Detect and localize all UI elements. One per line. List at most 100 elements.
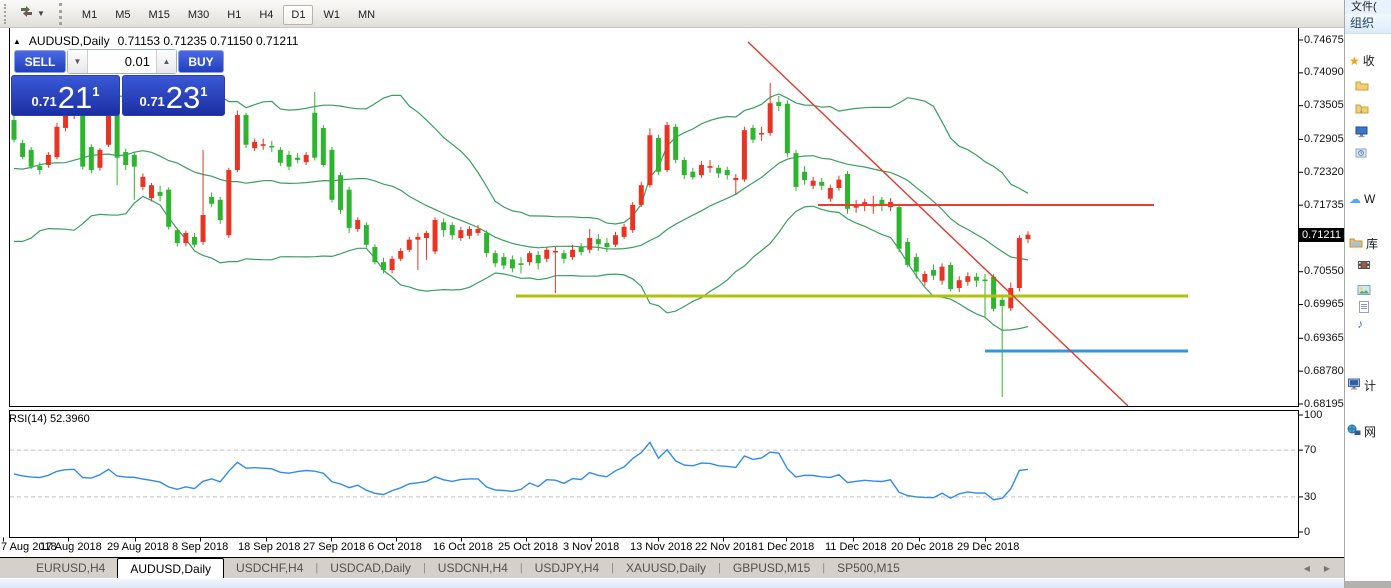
chart-ohlc-values: 0.71153 0.71235 0.71150 0.71211 <box>118 34 299 48</box>
toolbar-grip[interactable] <box>4 4 10 24</box>
sell-price-big: 21 <box>58 84 92 112</box>
time-axis-label: 18 Sep 2018 <box>238 541 300 553</box>
price-axis-label: 0.73505 <box>1304 99 1344 111</box>
document-icon <box>1357 301 1371 316</box>
toolbar-grip[interactable] <box>59 3 66 25</box>
lot-size-input[interactable]: 0.01 <box>88 50 156 73</box>
chevron-down-icon: ▼ <box>37 9 45 18</box>
sidebar-item[interactable] <box>1357 301 1374 316</box>
rsi-indicator-label: RSI(14) 52.3960 <box>9 413 90 425</box>
sidebar-item[interactable] <box>1355 126 1372 141</box>
sidebar-item-网[interactable]: 网 <box>1347 423 1376 440</box>
symbol-tab-usdchf[interactable]: USDCHF,H4 <box>224 558 315 578</box>
timeframe-button-mn[interactable]: MN <box>350 5 383 25</box>
symbol-tab-sp500[interactable]: SP500,M15 <box>825 558 912 578</box>
symbol-tab-eurusd[interactable]: EURUSD,H4 <box>24 558 117 578</box>
buy-price-prefix: 0.71 <box>139 94 164 109</box>
trading-terminal: ▼ M1M5M15M30H1H4D1W1MN ▲ AUDUSD,Daily 0.… <box>0 0 1391 588</box>
price-axis-label: 0.71735 <box>1304 199 1344 211</box>
library-icon <box>1349 236 1363 251</box>
timeframe-button-m30[interactable]: M30 <box>180 5 217 25</box>
buy-button[interactable]: BUY <box>178 50 224 73</box>
price-axis-label: 0.68195 <box>1304 398 1344 410</box>
one-click-trading-panel: SELL ▼ 0.01 ▲ BUY 0.71 21 1 0.71 23 1 <box>11 47 223 111</box>
sidebar-item-收[interactable]: ★收 <box>1349 52 1375 69</box>
sidebar-item-label: 收 <box>1363 52 1375 69</box>
tabs-scroll-right-icon[interactable]: ▶ <box>1324 564 1330 573</box>
current-price-badge: 0.71211 <box>1299 228 1346 242</box>
computer-icon <box>1347 378 1361 393</box>
network-icon <box>1347 424 1361 439</box>
sell-price-prefix: 0.71 <box>31 94 56 109</box>
lot-size-stepper: ▼ 0.01 ▲ <box>67 49 177 74</box>
symbol-tab-usdjpy[interactable]: USDJPY,H4 <box>523 558 611 578</box>
symbol-tab-xauusd[interactable]: XAUUSD,Daily <box>614 558 718 578</box>
chart-title: ▲ AUDUSD,Daily 0.71153 0.71235 0.71150 0… <box>13 34 298 48</box>
time-axis-label: 20 Dec 2018 <box>891 541 953 553</box>
timeframe-buttons: M1M5M15M30H1H4D1W1MN <box>73 5 384 23</box>
folder-down-icon: ↓ <box>1355 102 1369 117</box>
sidebar-item-W[interactable]: ☁W <box>1349 192 1375 206</box>
sidebar-item[interactable] <box>1355 79 1372 94</box>
time-axis-label: 17 Aug 2018 <box>40 541 102 553</box>
sidebar-item-label: 网 <box>1364 423 1376 440</box>
tabs-scroll-left-icon[interactable]: ◀ <box>1304 564 1310 573</box>
explorer-organize-button[interactable]: 组织 <box>1345 14 1391 34</box>
time-axis-label: 29 Aug 2018 <box>107 541 169 553</box>
timeframe-button-h4[interactable]: H4 <box>251 5 281 25</box>
sidebar-item[interactable] <box>1357 259 1374 274</box>
chart-symbol-label: AUDUSD,Daily <box>29 34 110 48</box>
sidebar-item[interactable] <box>1357 284 1374 299</box>
rsi-axis-label: 70 <box>1304 444 1316 456</box>
rsi-axis-label: 100 <box>1304 409 1322 421</box>
price-axis-label: 0.69365 <box>1304 332 1344 344</box>
sidebar-item-库[interactable]: 库 <box>1349 235 1378 252</box>
timeframe-button-m15[interactable]: M15 <box>140 5 177 25</box>
price-axis-label: 0.74090 <box>1304 66 1344 78</box>
music-icon: ♪ <box>1357 317 1363 331</box>
sell-price-box[interactable]: 0.71 21 1 <box>11 75 120 116</box>
time-axis-label: 16 Oct 2018 <box>433 541 493 553</box>
symbol-tab-usdcad[interactable]: USDCAD,Daily <box>318 558 423 578</box>
lot-decrease-button[interactable]: ▼ <box>68 50 88 73</box>
time-axis-label: 1 Dec 2018 <box>758 541 814 553</box>
cloud-icon: ☁ <box>1349 192 1361 206</box>
sidebar-item[interactable] <box>1355 147 1372 162</box>
star-icon: ★ <box>1349 54 1360 68</box>
folder-icon <box>1355 79 1369 94</box>
price-axis-label: 0.68780 <box>1304 365 1344 377</box>
price-axis-label: 0.70550 <box>1304 265 1344 277</box>
explorer-file-menu[interactable]: 文件( <box>1345 0 1391 14</box>
recent-icon <box>1355 147 1369 162</box>
symbol-tab-audusd[interactable]: AUDUSD,Daily <box>117 558 224 578</box>
video-icon <box>1357 259 1371 274</box>
status-bar <box>0 578 1344 588</box>
timeframe-button-h1[interactable]: H1 <box>219 5 249 25</box>
time-axis-label: 11 Dec 2018 <box>825 541 887 553</box>
buy-price-box[interactable]: 0.71 23 1 <box>122 75 225 116</box>
sidebar-item-计[interactable]: 计 <box>1347 377 1376 394</box>
price-axis-label: 0.72320 <box>1304 166 1344 178</box>
timeframe-button-m1[interactable]: M1 <box>74 5 105 25</box>
symbol-tabbar: EURUSD,H4AUDUSD,DailyUSDCHF,H4|USDCAD,Da… <box>0 558 1344 578</box>
buy-button-label: BUY <box>188 55 213 69</box>
new-order-button[interactable]: ▼ <box>14 2 49 26</box>
time-axis-label: 3 Nov 2018 <box>563 541 619 553</box>
timeframe-toolbar: ▼ M1M5M15M30H1H4D1W1MN <box>0 0 1344 28</box>
symbol-tab-gbpusd[interactable]: GBPUSD,M15 <box>721 558 822 578</box>
sidebar-item[interactable]: ↓ <box>1355 102 1372 117</box>
buy-price-sup: 1 <box>200 84 207 99</box>
price-axis-label: 0.72905 <box>1304 133 1344 145</box>
lot-increase-button[interactable]: ▲ <box>156 50 176 73</box>
timeframe-button-d1[interactable]: D1 <box>283 5 313 25</box>
symbol-tab-usdcnh[interactable]: USDCNH,H4 <box>426 558 520 578</box>
time-axis-label: 8 Sep 2018 <box>172 541 228 553</box>
sidebar-item[interactable]: ♪ <box>1357 317 1366 331</box>
swap-arrows-icon <box>18 4 35 24</box>
time-axis-label: 6 Oct 2018 <box>368 541 422 553</box>
sell-button[interactable]: SELL <box>14 50 66 73</box>
timeframe-button-m5[interactable]: M5 <box>107 5 138 25</box>
timeframe-button-w1[interactable]: W1 <box>315 5 348 25</box>
collapse-panel-icon[interactable]: ▲ <box>13 37 21 46</box>
time-axis-label: 29 Dec 2018 <box>957 541 1019 553</box>
